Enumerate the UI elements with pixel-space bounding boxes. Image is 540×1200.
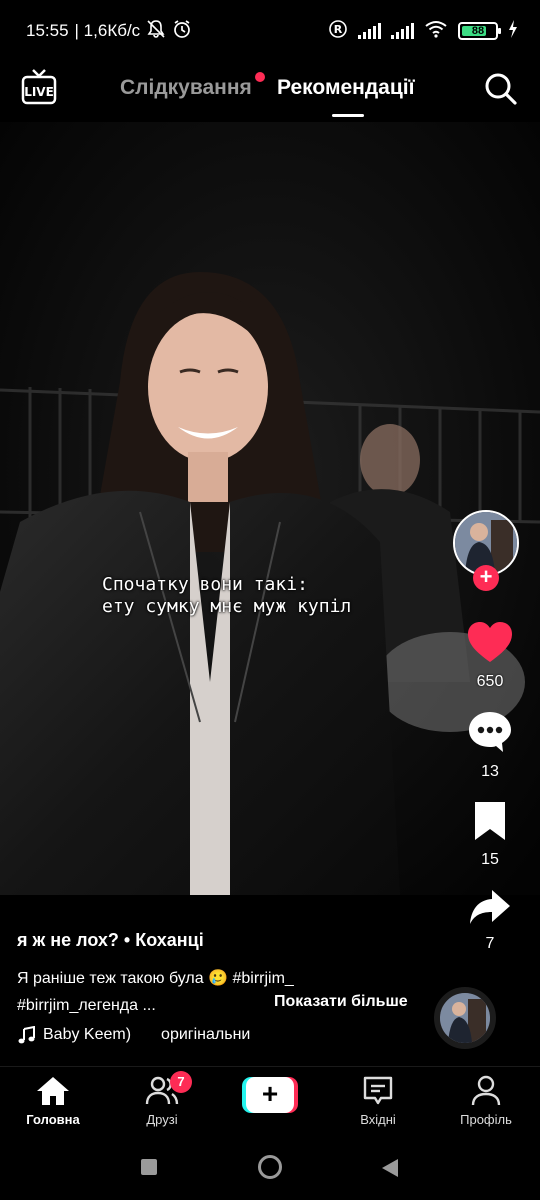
- music-note-icon: [17, 1025, 37, 1051]
- home-circle-icon: [258, 1155, 282, 1179]
- signal-icon: [391, 23, 414, 39]
- profile-icon: [471, 1075, 501, 1106]
- svg-text:R: R: [334, 23, 343, 36]
- heart-icon: [468, 622, 512, 662]
- network-speed: | 1,6Кб/с: [74, 21, 141, 40]
- status-left: 15:55 | 1,6Кб/с: [26, 19, 192, 44]
- bookmark-icon: [475, 802, 505, 840]
- live-button[interactable]: LIVE: [20, 68, 58, 106]
- inbox-icon: [363, 1076, 393, 1105]
- tab-home[interactable]: Головна: [8, 1075, 98, 1127]
- system-navigation-bar: [0, 1140, 540, 1200]
- recents-button[interactable]: [140, 1158, 158, 1181]
- search-button[interactable]: [484, 72, 518, 106]
- recents-icon: [141, 1159, 157, 1175]
- friends-badge: 7: [170, 1071, 192, 1093]
- tab-inbox-label: Вхідні: [360, 1112, 396, 1127]
- plus-icon: +: [246, 1077, 294, 1113]
- home-system-button[interactable]: [257, 1154, 283, 1185]
- save-count: 15: [481, 851, 499, 868]
- music-original-sound: оригінальни: [161, 1026, 251, 1043]
- wifi-icon: [424, 20, 448, 43]
- video-caption-overlay: Спочатку вони такі: ету сумку мнє муж ку…: [102, 574, 352, 617]
- create-button[interactable]: +: [242, 1077, 298, 1113]
- follow-button[interactable]: +: [473, 565, 499, 591]
- alarm-icon: [172, 19, 192, 44]
- like-count: 650: [476, 673, 504, 690]
- mute-icon: [146, 19, 166, 44]
- tab-home-label: Головна: [26, 1112, 80, 1127]
- comment-button[interactable]: 13: [440, 710, 540, 781]
- signal-icon: [358, 23, 381, 39]
- charging-icon: [508, 19, 518, 43]
- tab-friends-label: Друзі: [146, 1112, 178, 1127]
- clock: 15:55: [26, 21, 69, 40]
- back-button[interactable]: [381, 1158, 399, 1183]
- tab-for-you[interactable]: Рекомендації: [277, 76, 415, 100]
- music-artist: Baby Keem): [43, 1026, 132, 1043]
- status-bar: 15:55 | 1,6Кб/с R 88: [0, 0, 540, 62]
- tab-following[interactable]: Слідкування: [120, 76, 252, 100]
- tab-profile-label: Профіль: [460, 1112, 512, 1127]
- status-right: R 88: [328, 19, 518, 44]
- tab-friends[interactable]: 7 Друзі: [117, 1071, 207, 1127]
- top-navigation: LIVE Слідкування Рекомендації: [0, 62, 540, 122]
- tab-inbox[interactable]: Вхідні: [333, 1075, 423, 1127]
- show-more-link[interactable]: Показати більше: [274, 993, 408, 1011]
- share-count: 7: [485, 935, 495, 952]
- notification-dot: [255, 72, 265, 82]
- music-info[interactable]: Baby Keem) оригінальни: [17, 1025, 251, 1051]
- description-line-1: Я раніше теж такою була 🥲 #birrjim_: [17, 970, 294, 987]
- save-button[interactable]: 15: [440, 800, 540, 869]
- comment-icon: [469, 712, 511, 752]
- bottom-tab-bar: Головна 7 Друзі + Вхідні Профіль: [0, 1066, 540, 1140]
- author-name[interactable]: я ж не лох? • Коханці: [17, 930, 427, 951]
- registered-icon: R: [328, 19, 348, 44]
- search-icon: [485, 73, 517, 105]
- battery-icon: 88: [458, 22, 501, 40]
- back-icon: [382, 1159, 398, 1177]
- like-button[interactable]: 650: [440, 620, 540, 691]
- post-info: я ж не лох? • Коханці Я раніше теж такою…: [17, 930, 427, 1044]
- share-icon: [470, 890, 510, 924]
- music-disc[interactable]: [434, 987, 496, 1049]
- home-icon: [37, 1077, 69, 1105]
- active-tab-indicator: [332, 114, 364, 117]
- comment-count: 13: [481, 763, 499, 780]
- battery-level: 88: [471, 25, 485, 37]
- live-label: LIVE: [24, 85, 54, 99]
- live-icon: LIVE: [21, 69, 57, 105]
- music-disc-image: [440, 993, 490, 1043]
- tab-profile[interactable]: Профіль: [441, 1075, 531, 1127]
- share-button[interactable]: 7: [440, 888, 540, 953]
